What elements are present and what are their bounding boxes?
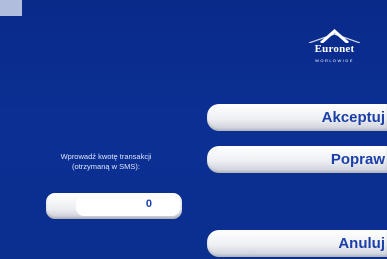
cancel-button[interactable]: Anuluj <box>207 230 387 257</box>
correct-button[interactable]: Popraw <box>207 146 387 173</box>
amount-value: 0 <box>145 198 152 210</box>
top-left-corner-patch <box>0 0 22 16</box>
prompt-line-2: (otrzymaną w SMS): <box>72 162 140 171</box>
accept-button[interactable]: Akceptuj <box>207 104 387 131</box>
amount-prompt: Wprowadź kwotę transakcji (otrzymaną w S… <box>28 152 184 172</box>
logo-tagline: WORLDWIDE <box>315 58 354 63</box>
prompt-line-1: Wprowadź kwotę transakcji <box>60 152 152 161</box>
amount-input[interactable]: 0 <box>46 193 182 219</box>
logo-mark-icon <box>308 29 361 43</box>
logo-brand-text: Euronet <box>314 43 355 55</box>
amount-input-inner <box>76 196 180 216</box>
euronet-logo: Euronet WORLDWIDE <box>301 29 368 69</box>
